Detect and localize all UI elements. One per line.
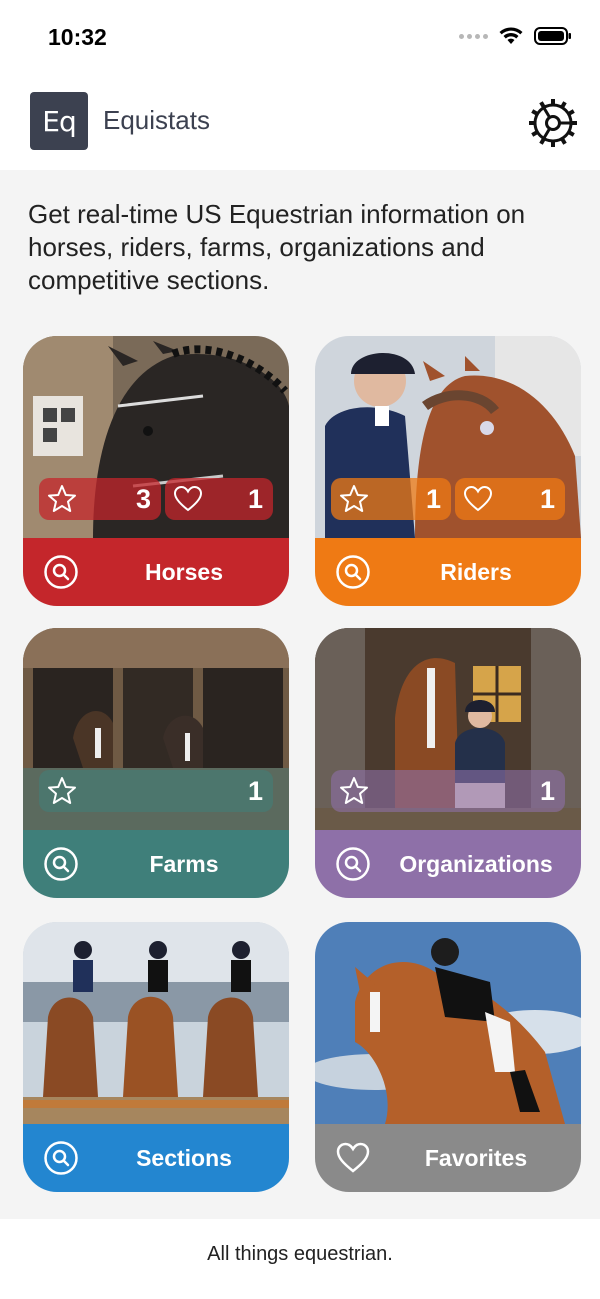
horses-likes-stat: 1 [165, 478, 273, 520]
farms-tile[interactable]: 1 Farms [23, 628, 289, 898]
organizations-tile[interactable]: 1 Organizations [315, 628, 581, 898]
horses-likes-count: 1 [247, 483, 263, 514]
heart-icon [463, 485, 493, 512]
riders-button[interactable]: Riders [315, 538, 581, 606]
horses-tile[interactable]: 3 1 Horses [23, 336, 289, 606]
sections-label: Sections [136, 1144, 232, 1171]
riders-likes-stat: 1 [455, 478, 565, 520]
sections-tile[interactable]: Sections [23, 922, 289, 1192]
horses-label: Horses [145, 558, 223, 585]
favorites-tile[interactable]: Favorites [315, 922, 581, 1192]
wifi-icon [499, 27, 523, 44]
riders-likes-count: 1 [539, 483, 555, 514]
app-title: Equistats [103, 105, 210, 135]
riders-favorites-stat: 1 [331, 478, 451, 520]
horses-favorites-count: 3 [135, 483, 151, 514]
search-icon [44, 555, 78, 589]
cellular-signal-icon [459, 33, 488, 39]
organizations-button[interactable]: Organizations [315, 830, 581, 898]
riders-tile[interactable]: 1 1 Riders [315, 336, 581, 606]
farms-favorites-stat: 1 [39, 770, 273, 812]
search-icon [44, 1141, 78, 1175]
battery-icon [534, 27, 571, 45]
favorites-label: Favorites [424, 1144, 528, 1171]
organizations-label: Organizations [399, 850, 553, 877]
heart-icon [336, 1142, 370, 1173]
status-time: 10:32 [48, 24, 107, 50]
app-logo: Eq [30, 92, 88, 150]
footer-tagline: All things equestrian. [207, 1243, 393, 1265]
star-icon [48, 777, 76, 804]
app-logo-text: Eq [42, 104, 76, 138]
riders-favorites-count: 1 [425, 483, 441, 514]
intro-text: Get real-time US Equestrian information … [28, 199, 526, 295]
farms-label: Farms [149, 850, 219, 877]
farms-favorites-count: 1 [247, 775, 263, 806]
favorites-button[interactable]: Favorites [315, 1124, 581, 1192]
status-bar: 10:32 [0, 0, 600, 76]
footer: All things equestrian. [0, 1219, 600, 1299]
horses-button[interactable]: Horses [23, 538, 289, 606]
star-icon [340, 777, 368, 804]
farms-button[interactable]: Farms [23, 830, 289, 898]
riders-label: Riders [440, 558, 512, 585]
favorites-photo [315, 922, 581, 1124]
heart-icon [173, 485, 203, 512]
search-icon [336, 847, 370, 881]
sections-photo [23, 922, 289, 1124]
app-header: Eq Equistats [0, 76, 600, 170]
search-icon [336, 555, 370, 589]
status-icons [459, 26, 572, 46]
horses-favorites-stat: 3 [39, 478, 161, 520]
organizations-favorites-count: 1 [539, 775, 555, 806]
sections-button[interactable]: Sections [23, 1124, 289, 1192]
star-icon [48, 485, 76, 512]
search-icon [44, 847, 78, 881]
star-icon [340, 485, 368, 512]
organizations-favorites-stat: 1 [331, 770, 565, 812]
gear-icon[interactable] [526, 96, 580, 150]
